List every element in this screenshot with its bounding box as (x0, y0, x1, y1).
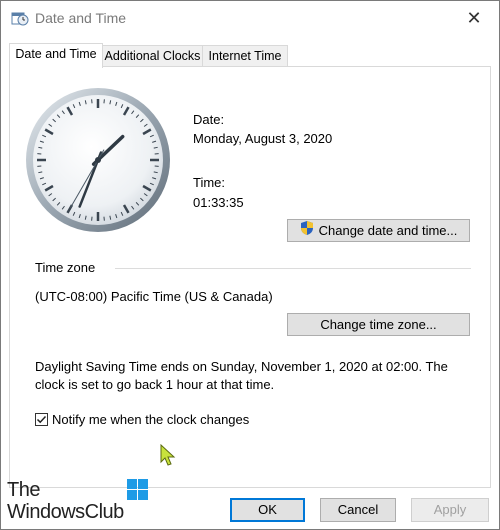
notify-checkbox[interactable] (35, 413, 48, 426)
notify-label[interactable]: Notify me when the clock changes (52, 412, 249, 427)
tab-date-and-time[interactable]: Date and Time (9, 43, 103, 68)
logo-text-the: The (7, 479, 40, 501)
dst-line-1: Daylight Saving Time ends on Sunday, Nov… (35, 359, 448, 374)
change-date-time-button[interactable]: Change date and time... (287, 219, 470, 242)
time-zone-heading: Time zone (35, 260, 96, 275)
windows-logo-icon (127, 479, 148, 500)
uac-shield-icon (300, 220, 314, 243)
time-zone-value: (UTC-08:00) Pacific Time (US & Canada) (35, 289, 273, 304)
time-label: Time: (193, 175, 226, 190)
window-title: Date and Time (35, 10, 127, 26)
time-value: 01:33:35 (193, 195, 244, 210)
tab-internet-time[interactable]: Internet Time (202, 45, 288, 67)
ok-button[interactable]: OK (230, 498, 305, 522)
close-button[interactable]: ✕ (455, 4, 493, 32)
date-value: Monday, August 3, 2020 (193, 131, 333, 146)
change-date-time-label: Change date and time... (318, 223, 458, 238)
date-time-dialog: Date and Time ✕ Date and Time Additional… (0, 0, 500, 530)
analog-clock (26, 88, 170, 232)
apply-button[interactable]: Apply (411, 498, 489, 522)
clock-center (95, 157, 101, 163)
mouse-cursor-icon (160, 444, 176, 466)
dst-line-2: clock is set to go back 1 hour at that t… (35, 377, 275, 392)
title-bar[interactable]: Date and Time ✕ (1, 1, 499, 35)
date-label: Date: (193, 112, 225, 127)
tab-additional-clocks[interactable]: Additional Clocks (102, 45, 203, 67)
cancel-button[interactable]: Cancel (320, 498, 396, 522)
logo-text-windowsclub: WindowsClub (7, 501, 124, 523)
time-zone-divider (115, 268, 471, 269)
windowsclub-logo: The WindowsClub (7, 477, 167, 525)
checkmark-icon (36, 415, 47, 424)
date-time-app-icon (11, 10, 29, 26)
change-time-zone-button[interactable]: Change time zone... (287, 313, 470, 336)
